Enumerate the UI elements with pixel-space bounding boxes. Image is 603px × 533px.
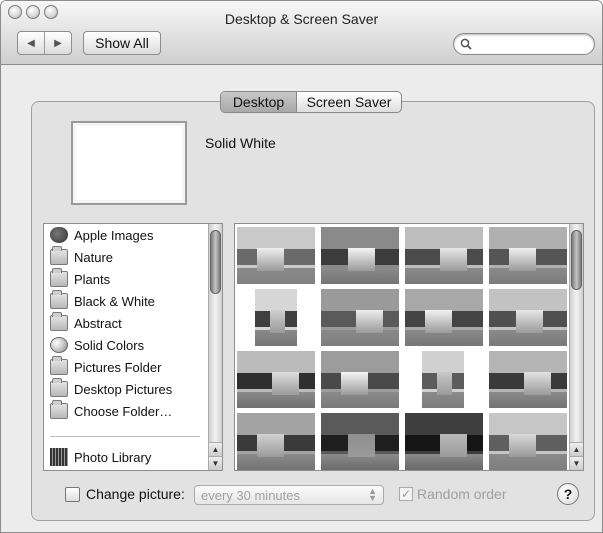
picture-thumbnail[interactable] [405,227,483,284]
source-list: Apple Images Nature Plants Black & White… [43,223,223,471]
source-label: Plants [74,271,111,287]
source-label: Black & White [74,293,155,309]
source-label: Apple Images [74,227,154,243]
picture-thumbnail[interactable] [489,351,567,408]
folder-icon [50,246,68,265]
picture-thumbnail[interactable] [489,413,567,470]
folder-icon [50,378,68,397]
source-item-pictures-folder[interactable]: Pictures Folder [50,356,161,378]
apple-icon [50,227,68,243]
picture-thumbnail[interactable] [237,413,315,470]
folder-icon [50,400,68,419]
popup-arrows-icon: ▲ ▼ [368,486,377,503]
picture-thumbnail[interactable] [237,351,315,408]
picture-thumbnail[interactable] [321,413,399,470]
scroll-thumb[interactable] [210,230,221,294]
picture-thumbnail[interactable] [422,351,464,408]
folder-icon [50,312,68,331]
picture-thumbnail[interactable] [489,289,567,346]
picture-grid: ▲ ▼ [234,223,584,471]
folder-icon [50,268,68,287]
search-field[interactable] [453,33,595,55]
source-label: Nature [74,249,114,265]
show-all-button[interactable]: Show All [83,31,161,55]
source-label: Abstract [74,315,122,331]
bottom-controls: Change picture: every 30 minutes ▲ ▼ ✓ Ra… [1,483,602,507]
tab-switcher: Desktop Screen Saver [220,91,402,113]
selected-picture-name: Solid White [205,135,276,151]
source-list-divider [50,436,200,437]
source-item-abstract[interactable]: Abstract [50,312,122,334]
search-input[interactable] [476,36,586,52]
desktop-preview-well [71,121,187,205]
scroll-up-arrow-icon[interactable]: ▲ [570,442,583,456]
source-item-photo-library[interactable]: Photo Library [50,446,151,468]
interval-popup[interactable]: every 30 minutes ▲ ▼ [194,485,384,505]
picture-thumbnail[interactable] [405,289,483,346]
scroll-down-arrow-icon[interactable]: ▼ [570,456,583,470]
title-bar: Desktop & Screen Saver ◀ ▶ Show All [1,1,602,65]
window-title: Desktop & Screen Saver [224,11,379,27]
scroll-up-arrow-icon[interactable]: ▲ [209,442,222,456]
forward-arrow-icon[interactable]: ▶ [45,32,71,54]
picture-thumbnail[interactable] [321,351,399,408]
picture-grid-scrollbar[interactable]: ▲ ▼ [569,224,583,470]
change-picture-label: Change picture: [86,486,185,502]
source-item-solid-colors[interactable]: Solid Colors [50,334,144,356]
back-forward-control: ◀ ▶ [17,31,72,55]
picture-thumbnail[interactable] [321,289,399,346]
change-picture-checkbox[interactable] [65,487,80,502]
random-order-label: Random order [417,486,507,502]
picture-thumbnail[interactable] [255,289,297,346]
source-list-scrollbar[interactable]: ▲ ▼ [208,224,222,470]
picture-thumbnail[interactable] [321,227,399,284]
disc-icon [50,337,68,353]
picture-thumbnail[interactable] [489,227,567,284]
source-label: Desktop Pictures [74,381,173,397]
picture-thumbnail[interactable] [405,413,483,470]
interval-value: every 30 minutes [201,488,300,503]
help-button[interactable]: ? [557,483,579,505]
source-item-plants[interactable]: Plants [50,268,110,290]
tab-screen-saver[interactable]: Screen Saver [297,92,401,112]
source-label: Solid Colors [74,337,145,353]
source-item-choose-folder[interactable]: Choose Folder… [50,400,172,422]
search-icon [460,38,472,50]
preferences-window: Desktop & Screen Saver ◀ ▶ Show All Desk… [0,0,603,533]
back-arrow-icon[interactable]: ◀ [18,32,45,54]
pictures-folder-icon [50,356,68,375]
source-item-desktop-pictures[interactable]: Desktop Pictures [50,378,172,400]
source-item-black-white[interactable]: Black & White [50,290,155,312]
scroll-down-arrow-icon[interactable]: ▼ [209,456,222,470]
picture-thumbnail[interactable] [237,227,315,284]
random-order-checkbox[interactable]: ✓ [399,487,413,501]
source-label: Choose Folder… [74,403,173,419]
source-item-apple-images[interactable]: Apple Images [50,224,154,246]
tab-desktop[interactable]: Desktop [221,92,297,112]
source-label: Pictures Folder [74,359,162,375]
folder-icon [50,290,68,309]
scroll-thumb[interactable] [571,230,582,290]
photo-library-icon [50,448,68,466]
source-label: Photo Library [74,449,152,465]
source-item-nature[interactable]: Nature [50,246,113,268]
